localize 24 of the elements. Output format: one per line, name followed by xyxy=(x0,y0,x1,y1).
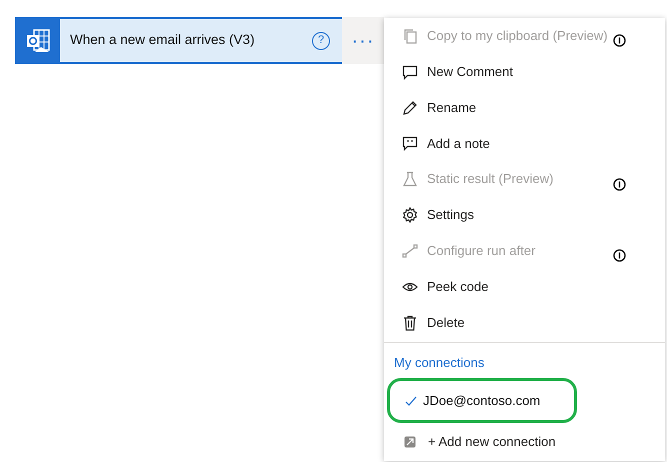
trash-icon xyxy=(402,314,418,331)
help-button[interactable]: ? xyxy=(312,32,330,50)
pencil-icon xyxy=(402,100,418,116)
checkmark-icon xyxy=(405,396,417,406)
menu-item[interactable]: Settings xyxy=(384,197,665,233)
menu-item[interactable]: New Comment xyxy=(384,54,665,90)
outlook-icon xyxy=(15,17,60,64)
menu-item[interactable]: Delete xyxy=(384,304,665,340)
trigger-title: When a new email arrives (V3) xyxy=(69,31,256,50)
connection-item[interactable]: JDoe@contoso.com xyxy=(387,378,577,424)
connection-icon xyxy=(404,436,416,448)
flask-icon xyxy=(402,171,418,188)
more-options-button[interactable]: ··· xyxy=(342,17,384,64)
menu-item[interactable]: Peek code xyxy=(384,268,665,305)
comment-icon xyxy=(402,64,418,80)
note-icon xyxy=(402,135,418,152)
section-header: My connections xyxy=(393,354,486,372)
menu-item[interactable]: Add a note xyxy=(384,125,665,162)
settings-icon xyxy=(402,207,418,224)
add-connection-item[interactable]: + Add new connection xyxy=(384,423,665,461)
menu-item[interactable]: Rename xyxy=(384,90,665,126)
trigger-card[interactable]: When a new email arrives (V3) ? ··· xyxy=(15,17,384,64)
connector-icon xyxy=(402,242,418,259)
copy-icon xyxy=(402,28,418,44)
